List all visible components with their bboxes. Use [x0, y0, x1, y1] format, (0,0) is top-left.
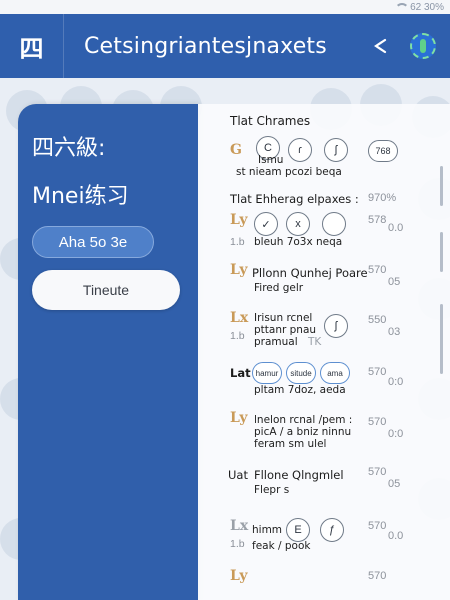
percentage-tail: 0.0	[388, 530, 404, 542]
row-text: bleuh 7o3x neqa	[254, 236, 343, 248]
percentage-value: 578	[368, 214, 387, 226]
content-sheet: Tlat Chrames G C ɾ ʃ 768 Ismu st nieam p…	[198, 104, 450, 600]
row-text: feak / pook	[252, 540, 311, 552]
drawer-subheading: Mnei练习	[32, 184, 129, 209]
app-logo[interactable]: 四	[0, 14, 64, 78]
section-title: Tlat Chrames	[230, 114, 311, 128]
row-text: st nieam pcozi beqa	[236, 166, 342, 178]
row-text: pramual	[254, 336, 298, 348]
drawer-heading: 四六級:	[32, 136, 106, 161]
wifi-icon	[394, 3, 410, 11]
row-prefix: Lx	[230, 310, 249, 326]
row-prefix: Ly	[230, 212, 248, 228]
share-button[interactable]	[366, 31, 396, 61]
percentage-tail: 05	[388, 276, 401, 288]
row-text: Ismu	[258, 154, 284, 166]
status-battery-text: 62 30%	[410, 1, 444, 13]
close-icon[interactable]: x	[286, 212, 310, 236]
percentage-tail: 0:0	[388, 376, 404, 388]
row-prefix: Ly	[230, 410, 248, 426]
percentage-value: 570	[368, 520, 387, 532]
option-icon[interactable]: ƒ	[320, 518, 344, 542]
row-prefix: Ly	[230, 568, 248, 584]
row-prefix: Ly	[230, 262, 248, 278]
row-label: 1.b	[230, 236, 245, 248]
row-text: TK	[308, 336, 322, 348]
scrollbar[interactable]	[440, 166, 443, 206]
row-label: 1.b	[230, 538, 245, 550]
percentage-value: 570	[368, 570, 387, 582]
row-prefix: G	[230, 142, 242, 158]
language-globe-icon[interactable]	[410, 33, 436, 59]
navigation-drawer: 四六級: Mnei练习 Aha 5o 3e Tineute	[18, 104, 198, 600]
row-prefix: Uat	[228, 468, 248, 482]
row-prefix: Lat	[230, 366, 251, 380]
row-label: 1.b	[230, 330, 245, 342]
percentage-value: 550	[368, 314, 387, 326]
option-icon[interactable]: ʃ	[324, 314, 348, 338]
percentage-tail: 05	[388, 478, 401, 490]
percentage-value: 570	[368, 416, 387, 428]
row-text: himm	[252, 524, 283, 536]
drawer-action-button[interactable]: Tineute	[32, 270, 180, 310]
scrollbar[interactable]	[440, 232, 443, 272]
percentage-value: 570	[368, 366, 387, 378]
percentage-tail: 03	[388, 326, 401, 338]
option-icon[interactable]: 768	[368, 140, 398, 162]
app-bar: 四 Cetsingriantesjnaxets	[0, 14, 450, 78]
app-title: Cetsingriantesjnaxets	[84, 33, 327, 59]
row-text: feram sm ulel	[254, 438, 327, 450]
section-title: Tlat Ehherag elpaxes :	[230, 192, 359, 206]
row-text: lnelon rcnal /pem :	[254, 414, 353, 426]
row-prefix: Lx	[230, 518, 249, 534]
row-text: pltam 7doz, aeda	[254, 384, 346, 396]
option-icon[interactable]: ɾ	[288, 138, 312, 162]
row-text: Flepr s	[254, 484, 290, 496]
section-title: Pllonn Qunhej Poare	[252, 266, 368, 280]
percentage-tail: 0:0	[388, 428, 404, 440]
row-text: pttanr pnau	[254, 324, 317, 336]
share-icon	[374, 38, 387, 54]
percentage-tail: 0.0	[388, 222, 404, 234]
option-icon[interactable]: E	[286, 518, 310, 542]
status-bar: 62 30%	[0, 0, 450, 14]
scrollbar[interactable]	[440, 304, 443, 374]
option-chip[interactable]: ama	[320, 362, 350, 384]
percentage-value: 970%	[368, 192, 397, 204]
option-chip[interactable]: hamur	[252, 362, 282, 384]
empty-option-icon[interactable]	[322, 212, 346, 236]
percentage-value: 570	[368, 466, 387, 478]
drawer-chip[interactable]: Aha 5o 3e	[32, 226, 154, 258]
row-text: Irisun rcnel	[254, 312, 313, 324]
section-title: Fllone Qlngmlel	[254, 468, 344, 482]
option-chip[interactable]: situde	[286, 362, 316, 384]
option-icon[interactable]: ʃ	[324, 138, 348, 162]
row-text: picA / a bniz ninnu	[254, 426, 352, 438]
check-icon[interactable]: ✓	[254, 212, 278, 236]
percentage-value: 570	[368, 264, 387, 276]
row-text: Fired gelr	[254, 282, 304, 294]
